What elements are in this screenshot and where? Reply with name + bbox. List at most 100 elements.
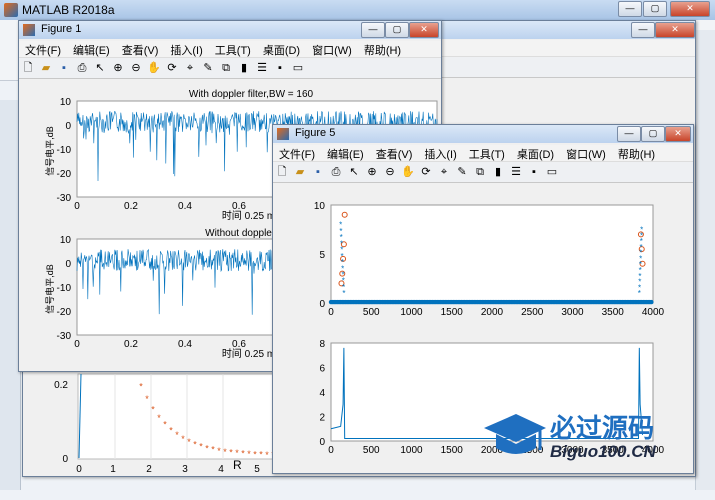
xtick-label: 4000	[642, 307, 665, 318]
fig5-colorbar-icon[interactable]: ▮	[491, 165, 505, 179]
menu-help[interactable]: 帮助(H)	[358, 41, 407, 59]
decay-marker: *	[205, 443, 209, 453]
ytick-label: -20	[57, 169, 72, 180]
ytick-label: 8	[319, 339, 325, 350]
bg-minimize-button[interactable]: —	[631, 22, 655, 38]
figure1-title: Figure 1	[41, 23, 82, 35]
fig5-menu-insert[interactable]: 插入(I)	[418, 145, 462, 163]
decay-marker: *	[229, 448, 233, 458]
plot1-ylabel: 信号电平,dB	[44, 126, 55, 176]
fig1-toolbar: 🗋 ▰ ▪ ⎙ ↖ ⊕ ⊖ ✋ ⟳ ⌖ ✎ ⧉ ▮ ☰ ▪ ▭	[19, 58, 441, 79]
pan-icon[interactable]: ✋	[147, 61, 161, 75]
colorbar-icon[interactable]: ▮	[237, 61, 251, 75]
graduation-cap-icon	[484, 414, 546, 454]
print-icon[interactable]: ⎙	[75, 61, 89, 75]
ytick-label: 0	[319, 437, 325, 448]
bg-xtick-4: 4	[218, 464, 224, 475]
hide-tools-icon[interactable]: ▪	[273, 61, 287, 75]
datacursor-icon[interactable]: ⌖	[183, 61, 197, 75]
fig5-menu-tools[interactable]: 工具(T)	[463, 145, 511, 163]
fig5-menu-desktop[interactable]: 桌面(D)	[511, 145, 560, 163]
fig5-menu-bar: 文件(F) 编辑(E) 查看(V) 插入(I) 工具(T) 桌面(D) 窗口(W) 帮助(H)	[273, 145, 693, 162]
decay-marker: *	[163, 420, 167, 430]
close-button[interactable]: ✕	[670, 1, 710, 17]
ytick-label: 5	[319, 250, 325, 261]
menu-edit[interactable]: 编辑(E)	[67, 41, 116, 59]
fig5-maximize-button[interactable]: ▢	[641, 126, 665, 142]
fig5-pointer-icon[interactable]: ↖	[347, 165, 361, 179]
link-icon[interactable]: ⧉	[219, 61, 233, 75]
fig5-menu-help[interactable]: 帮助(H)	[612, 145, 661, 163]
xtick-label: 2500	[521, 307, 544, 318]
bg-ytick-0: 0.2	[54, 380, 68, 391]
new-icon[interactable]: 🗋	[21, 61, 35, 75]
fig5-menu-file[interactable]: 文件(F)	[273, 145, 321, 163]
decay-marker: *	[217, 446, 221, 456]
fig5-zoom-out-icon[interactable]: ⊖	[383, 165, 397, 179]
fig5-menu-window[interactable]: 窗口(W)	[560, 145, 612, 163]
fig5-brush-icon[interactable]: ✎	[455, 165, 469, 179]
xtick-label: 1500	[441, 445, 464, 456]
save-icon[interactable]: ▪	[57, 61, 71, 75]
fig5-rotate-icon[interactable]: ⟳	[419, 165, 433, 179]
fig5-minimize-button[interactable]: —	[617, 126, 641, 142]
ytick-label: -10	[57, 283, 72, 294]
ytick-label: 0	[319, 299, 325, 310]
ytick-label: 2	[319, 413, 325, 424]
xtick-label: 500	[363, 307, 380, 318]
brush-icon[interactable]: ✎	[201, 61, 215, 75]
menu-view[interactable]: 查看(V)	[116, 41, 165, 59]
ytick-label: 6	[319, 364, 325, 375]
plot2-ylabel: 信号电平,dB	[44, 264, 55, 314]
fig5-top-axes	[330, 204, 654, 304]
fig1-close-button[interactable]: ✕	[409, 22, 439, 38]
open-icon[interactable]: ▰	[39, 61, 53, 75]
menu-file[interactable]: 文件(F)	[19, 41, 67, 59]
zoom-in-icon[interactable]: ⊕	[111, 61, 125, 75]
fig5-print-icon[interactable]: ⎙	[329, 165, 343, 179]
dock-icon[interactable]: ▭	[291, 61, 305, 75]
fig5-menu-view[interactable]: 查看(V)	[370, 145, 419, 163]
fig5-legend-icon[interactable]: ☰	[509, 165, 523, 179]
bg-xtick-1: 1	[110, 464, 116, 475]
watermark: 必过源码 Biguo100.CN	[478, 408, 708, 466]
minimize-button[interactable]: —	[618, 1, 642, 17]
fig5-pan-icon[interactable]: ✋	[401, 165, 415, 179]
menu-desktop[interactable]: 桌面(D)	[257, 41, 306, 59]
decay-marker: *	[175, 430, 179, 440]
fig5-zoom-in-icon[interactable]: ⊕	[365, 165, 379, 179]
xtick-label: 3000	[561, 307, 584, 318]
bg-close-button[interactable]: ✕	[655, 22, 695, 38]
zoom-out-icon[interactable]: ⊖	[129, 61, 143, 75]
fig5-datacursor-icon[interactable]: ⌖	[437, 165, 451, 179]
figure5-title-bar: Figure 5 — ▢ ✕	[273, 125, 693, 143]
fig5-dock-icon[interactable]: ▭	[545, 165, 559, 179]
fig5-link-icon[interactable]: ⧉	[473, 165, 487, 179]
xtick-label: 0.2	[124, 339, 138, 350]
fig5-open-icon[interactable]: ▰	[293, 165, 307, 179]
fig5-close-button[interactable]: ✕	[665, 126, 691, 142]
rotate-icon[interactable]: ⟳	[165, 61, 179, 75]
xtick-label: 0	[328, 307, 334, 318]
fig5-new-icon[interactable]: 🗋	[275, 165, 289, 179]
fig5-menu-edit[interactable]: 编辑(E)	[321, 145, 370, 163]
decay-marker: *	[265, 450, 269, 460]
xtick-label: 3500	[602, 307, 625, 318]
xtick-label: 0.4	[178, 201, 192, 212]
fig1-minimize-button[interactable]: —	[361, 22, 385, 38]
menu-tools[interactable]: 工具(T)	[209, 41, 257, 59]
ytick-label: -10	[57, 145, 72, 156]
fig5-save-icon[interactable]: ▪	[311, 165, 325, 179]
legend-icon[interactable]: ☰	[255, 61, 269, 75]
fig5-hide-tools-icon[interactable]: ▪	[527, 165, 541, 179]
star-marker: *	[640, 226, 643, 235]
menu-window[interactable]: 窗口(W)	[306, 41, 358, 59]
maximize-button[interactable]: ▢	[643, 1, 667, 17]
menu-insert[interactable]: 插入(I)	[164, 41, 208, 59]
fig1-maximize-button[interactable]: ▢	[385, 22, 409, 38]
decay-marker: *	[145, 394, 149, 404]
ytick-label: 10	[60, 235, 72, 246]
ytick-label: 10	[60, 97, 72, 108]
fig5-toolbar: 🗋 ▰ ▪ ⎙ ↖ ⊕ ⊖ ✋ ⟳ ⌖ ✎ ⧉ ▮ ☰ ▪ ▭	[273, 162, 693, 183]
pointer-icon[interactable]: ↖	[93, 61, 107, 75]
